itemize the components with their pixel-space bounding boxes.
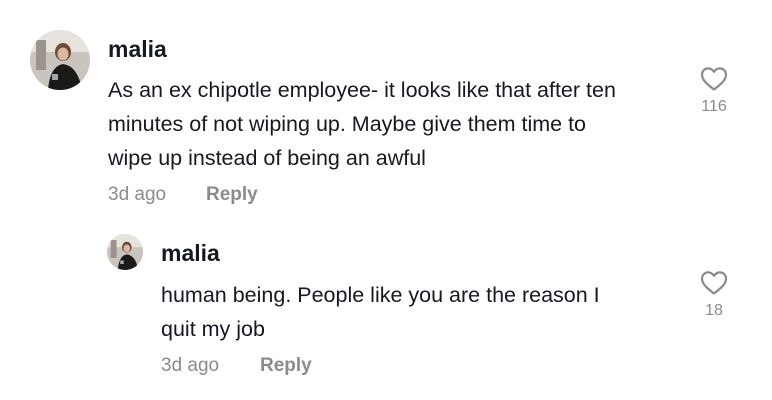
comment-username[interactable]: malia — [108, 36, 167, 63]
avatar-image — [30, 30, 90, 90]
comment-text: As an ex chipotle employee- it looks lik… — [108, 78, 616, 170]
like-button[interactable] — [694, 270, 734, 300]
like-button[interactable] — [694, 66, 734, 96]
clipped-previous-comment — [108, 0, 114, 12]
reply-username[interactable]: malia — [161, 240, 220, 267]
heart-outline-icon — [700, 271, 728, 295]
reply-timestamp: 3d ago — [161, 355, 220, 376]
avatar[interactable] — [30, 30, 90, 90]
comment-timestamp: 3d ago — [108, 184, 167, 205]
avatar[interactable] — [107, 234, 143, 270]
like-count: 18 — [705, 302, 723, 319]
like-count: 116 — [701, 98, 727, 115]
reply-text: human being. People like you are the rea… — [161, 283, 600, 341]
heart-outline-icon — [700, 67, 728, 91]
reply-button[interactable]: Reply — [206, 184, 258, 206]
reply-button[interactable]: Reply — [260, 355, 312, 377]
avatar-image — [107, 234, 143, 270]
